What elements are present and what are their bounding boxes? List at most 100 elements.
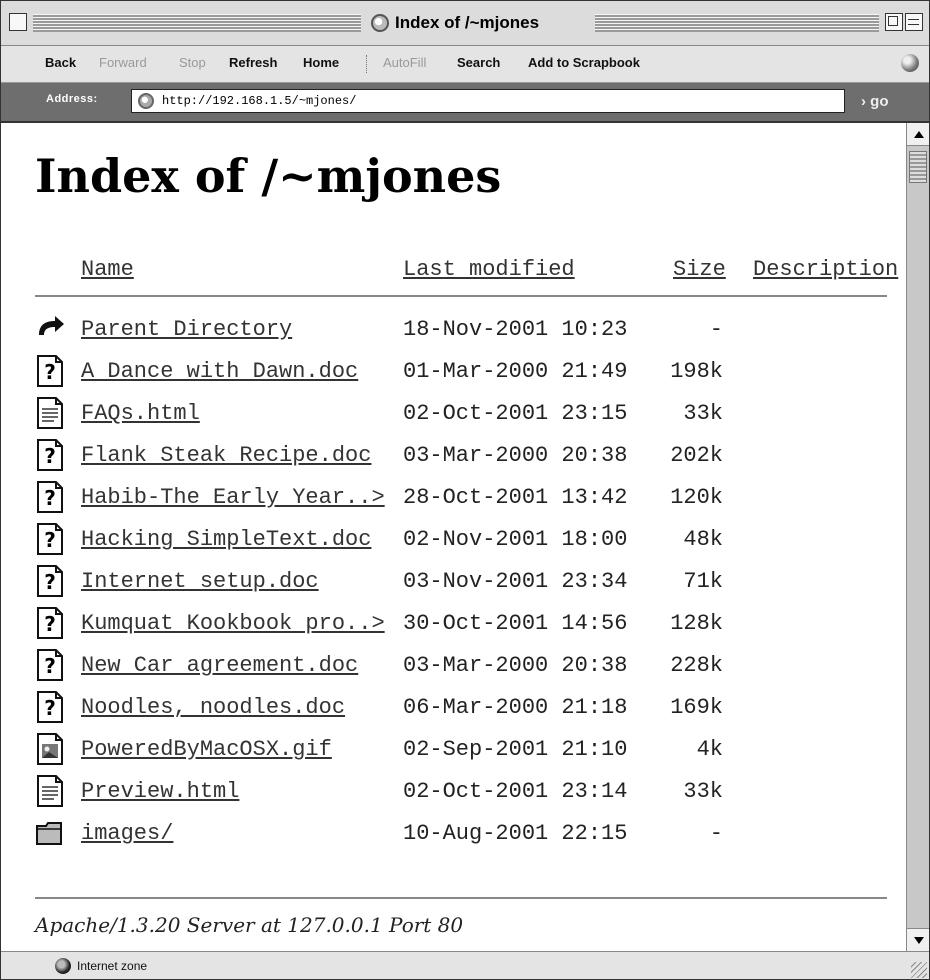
svg-text:?: ? <box>44 696 56 720</box>
unknown-file-icon[interactable]: ? <box>35 481 65 513</box>
last-modified-cell: 30-Oct-2001 14:56 <box>403 611 628 636</box>
unknown-file-icon[interactable]: ? <box>35 355 65 387</box>
zoom-box-button[interactable] <box>885 13 903 31</box>
resize-grip[interactable] <box>911 962 927 978</box>
forward-button[interactable]: Forward <box>99 55 147 70</box>
scroll-up-button[interactable] <box>907 123 929 146</box>
file-row: ? A Dance with Dawn.doc 01-Mar-2000 21:49 1… <box>13 355 906 401</box>
file-link[interactable]: images/ <box>81 821 173 846</box>
file-row: Preview.html 02-Oct-2001 23:14 33k <box>13 775 906 821</box>
file-link[interactable]: A Dance with Dawn.doc <box>81 359 358 384</box>
last-modified-cell: 02-Nov-2001 18:00 <box>403 527 628 552</box>
svg-text:?: ? <box>44 486 56 510</box>
file-row: Parent Directory 18-Nov-2001 10:23 - <box>13 316 906 359</box>
size-cell: 48k <box>683 527 723 552</box>
vertical-scrollbar[interactable] <box>906 123 929 951</box>
sort-by-description-link[interactable]: Description <box>753 257 898 282</box>
column-header-size[interactable]: Size <box>673 257 726 282</box>
file-link[interactable]: Preview.html <box>81 779 239 804</box>
size-cell: 71k <box>683 569 723 594</box>
go-button[interactable]: › go <box>861 93 889 110</box>
size-cell: 198k <box>670 359 723 384</box>
unknown-file-icon[interactable]: ? <box>35 649 65 681</box>
sort-by-last-modified-link[interactable]: Last modified <box>403 257 575 282</box>
file-row: ? Kumquat Kookbook pro..> 30-Oct-2001 14:5… <box>13 607 906 653</box>
window-title-text: Index of /~mjones <box>395 13 540 32</box>
unknown-file-icon[interactable]: ? <box>35 691 65 723</box>
file-row: ? Habib-The Early Year..> 28-Oct-2001 13:4… <box>13 481 906 527</box>
file-name-cell: Habib-The Early Year..> <box>81 485 385 510</box>
autofill-button[interactable]: AutoFill <box>383 55 426 70</box>
title-bar[interactable]: Index of /~mjones <box>1 1 929 46</box>
home-button[interactable]: Home <box>303 55 339 70</box>
sort-by-size-link[interactable]: Size <box>673 257 726 282</box>
unknown-file-icon[interactable]: ? <box>35 439 65 471</box>
unknown-file-icon[interactable]: ? <box>35 565 65 597</box>
file-link[interactable]: Parent Directory <box>81 317 292 342</box>
last-modified-cell: 18-Nov-2001 10:23 <box>403 317 628 342</box>
svg-text:?: ? <box>44 570 56 594</box>
file-name-cell: Internet setup.doc <box>81 569 319 594</box>
file-row: images/10-Aug-2001 22:15 - <box>13 821 906 863</box>
size-cell: 202k <box>670 443 723 468</box>
file-name-cell: Noodles, noodles.doc <box>81 695 345 720</box>
unknown-file-icon[interactable]: ? <box>35 607 65 639</box>
toolbar-separator <box>366 55 369 73</box>
file-link[interactable]: Kumquat Kookbook pro..> <box>81 611 385 636</box>
file-link[interactable]: PoweredByMacOSX.gif <box>81 737 332 762</box>
size-cell: - <box>709 821 723 846</box>
file-name-cell: PoweredByMacOSX.gif <box>81 737 332 762</box>
size-cell: 33k <box>683 401 723 426</box>
last-modified-cell: 02-Oct-2001 23:14 <box>403 779 628 804</box>
file-row: ? Hacking SimpleText.doc 02-Nov-2001 18:00… <box>13 523 906 569</box>
search-button[interactable]: Search <box>457 55 500 70</box>
last-modified-cell: 03-Mar-2000 20:38 <box>403 653 628 678</box>
globe-icon <box>371 14 389 32</box>
address-bar: Address: http://192.168.1.5/~mjones/ › g… <box>1 83 929 123</box>
file-link[interactable]: Hacking SimpleText.doc <box>81 527 371 552</box>
footer-divider <box>35 897 887 899</box>
file-link[interactable]: Flank Steak Recipe.doc <box>81 443 371 468</box>
close-box-button[interactable] <box>9 13 27 31</box>
file-link[interactable]: Habib-The Early Year..> <box>81 485 385 510</box>
back-button[interactable]: Back <box>45 55 76 70</box>
text-file-icon[interactable] <box>35 775 65 807</box>
size-cell: 33k <box>683 779 723 804</box>
up-arrow-icon <box>913 130 924 138</box>
server-signature: Apache/1.3.20 Server at 127.0.0.1 Port 8… <box>35 913 464 937</box>
scroll-down-button[interactable] <box>907 928 929 951</box>
svg-text:?: ? <box>44 612 56 636</box>
file-row: ? Internet setup.doc 03-Nov-2001 23:34 71k <box>13 565 906 611</box>
scroll-thumb[interactable] <box>909 151 927 183</box>
file-row: ? Noodles, noodles.doc 06-Mar-2000 21:18 16… <box>13 691 906 737</box>
unknown-file-icon[interactable]: ? <box>35 523 65 555</box>
header-divider <box>35 295 887 297</box>
column-header-name[interactable]: Name <box>81 257 134 282</box>
text-file-icon[interactable] <box>35 397 65 429</box>
size-cell: - <box>709 317 723 342</box>
file-link[interactable]: Noodles, noodles.doc <box>81 695 345 720</box>
column-header-last-modified[interactable]: Last modified <box>403 257 575 282</box>
file-name-cell: New Car agreement.doc <box>81 653 358 678</box>
collapse-box-button[interactable] <box>905 13 923 31</box>
last-modified-cell: 03-Nov-2001 23:34 <box>403 569 628 594</box>
size-cell: 128k <box>670 611 723 636</box>
file-link[interactable]: New Car agreement.doc <box>81 653 358 678</box>
svg-text:?: ? <box>44 654 56 678</box>
column-header-description[interactable]: Description <box>753 257 898 282</box>
sort-by-name-link[interactable]: Name <box>81 257 134 282</box>
parent-directory-arrow-icon[interactable] <box>35 313 65 345</box>
refresh-button[interactable]: Refresh <box>229 55 277 70</box>
address-field[interactable]: http://192.168.1.5/~mjones/ <box>131 89 845 113</box>
stop-button[interactable]: Stop <box>179 55 206 70</box>
svg-text:?: ? <box>44 360 56 384</box>
file-name-cell: Hacking SimpleText.doc <box>81 527 371 552</box>
add-to-scrapbook-button[interactable]: Add to Scrapbook <box>528 55 640 70</box>
image-file-icon[interactable] <box>35 733 65 765</box>
title-bar-stripes-left <box>33 14 361 32</box>
file-link[interactable]: FAQs.html <box>81 401 200 426</box>
file-link[interactable]: Internet setup.doc <box>81 569 319 594</box>
address-url[interactable]: http://192.168.1.5/~mjones/ <box>162 94 356 108</box>
file-row: ? Flank Steak Recipe.doc 03-Mar-2000 20:38… <box>13 439 906 485</box>
folder-icon[interactable] <box>35 817 65 849</box>
